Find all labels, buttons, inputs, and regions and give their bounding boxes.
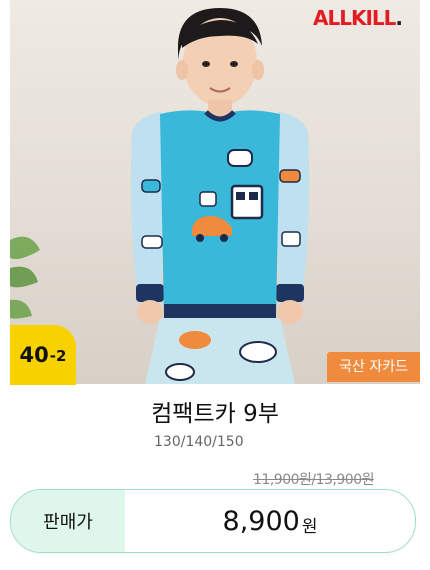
model-illustration — [10, 8, 310, 384]
brand-logo: ALLKILL. — [312, 6, 403, 30]
sale-price: 8,900 원 — [125, 490, 415, 552]
product-title[interactable]: 컴팩트카 9부 — [0, 394, 430, 428]
product-sizes: 130/140/150 — [154, 434, 244, 450]
product-photo[interactable]: ALLKILL. — [10, 0, 420, 384]
product-card[interactable]: ALLKILL. 40 -2 국산 자카드 컴팩트카 9부 130/140/150… — [0, 0, 430, 570]
sale-price-unit: 원 — [301, 516, 318, 537]
size-badge: 40 -2 — [10, 325, 76, 385]
price-box[interactable]: 판매가 8,900 원 — [10, 489, 416, 553]
material-tag: 국산 자카드 — [327, 352, 420, 382]
original-price: 11,900원/13,900원 — [253, 472, 374, 488]
price-label: 판매가 — [11, 490, 125, 552]
size-badge-sub: -2 — [49, 347, 67, 365]
sale-price-value: 8,900 — [222, 505, 300, 537]
size-badge-main: 40 — [19, 343, 49, 367]
